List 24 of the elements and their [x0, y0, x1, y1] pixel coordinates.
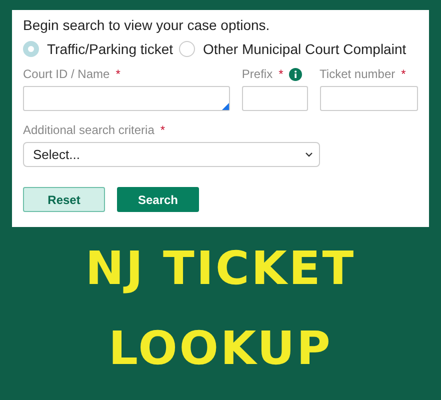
required-mark: * [278, 67, 284, 81]
radio-icon[interactable] [179, 41, 196, 57]
banner-title: NJ TICKET [85, 240, 356, 297]
reset-button[interactable]: Reset [23, 187, 105, 212]
field-label: Ticket number [320, 67, 396, 81]
banner-title: LOOKUP [108, 320, 332, 377]
required-mark: * [401, 67, 406, 81]
radio-option[interactable]: Traffic/Parking ticket [23, 41, 174, 57]
criteria-select[interactable]: Select... [23, 142, 320, 167]
field-label: Court ID / Name [23, 67, 110, 81]
text-field[interactable] [23, 86, 230, 111]
required-mark: * [116, 67, 120, 81]
intro-text: Begin search to view your case options. [23, 16, 271, 34]
required-mark: * [160, 123, 166, 137]
resize-corner-icon [222, 103, 229, 110]
field-label: Additional search criteria [23, 123, 154, 137]
field-label: Prefix [242, 67, 273, 81]
info-icon[interactable] [289, 68, 302, 80]
text-field[interactable] [242, 86, 308, 111]
radio-icon[interactable] [23, 41, 39, 57]
chevron-down-icon [305, 152, 313, 158]
radio-label: Traffic/Parking ticket [47, 41, 174, 57]
search-button[interactable]: Search [117, 187, 199, 212]
text-field[interactable] [320, 86, 418, 111]
